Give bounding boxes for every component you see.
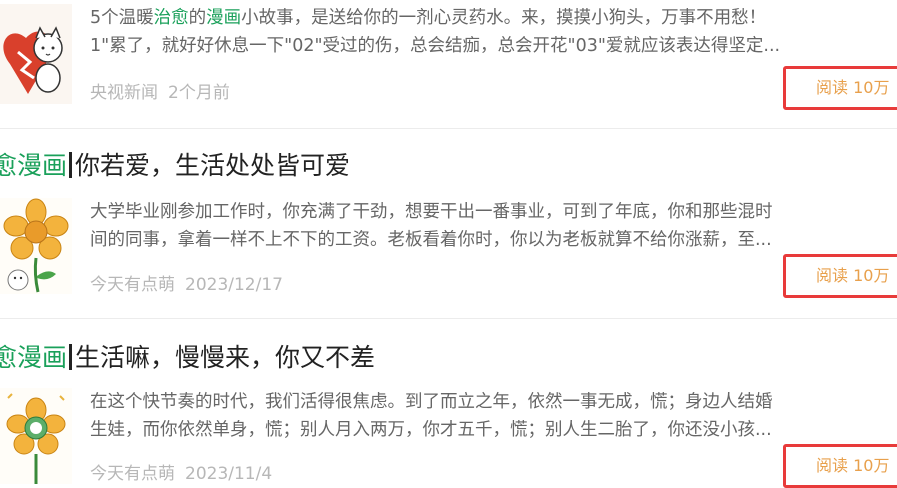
article-summary-2: 大学毕业刚参加工作时，你充满了干劲，想要干出一番事业，可到了年底，你和那些混时 …	[90, 198, 897, 254]
article-summary-3: 在这个快节奏的时代，我们活得很焦虑。到了而立之年，依然一事无成，慌；身边人结婚 …	[90, 388, 897, 444]
article-thumbnail-1[interactable]	[0, 4, 72, 104]
cartoon-flower-image	[0, 388, 72, 484]
title-tag: 愈漫画	[0, 151, 68, 180]
article-meta-3: 今天有点萌 2023/11/4	[90, 459, 272, 484]
read-count-button[interactable]: 阅读 10万	[783, 66, 897, 110]
source-name[interactable]: 央视新闻	[90, 83, 158, 103]
summary-line-1: 大学毕业刚参加工作时，你充满了干劲，想要干出一番事业，可到了年底，你和那些混时	[90, 202, 773, 222]
divider	[0, 128, 897, 129]
article-summary-1: 5个温暖治愈的漫画小故事，是送给你的一剂心灵药水。来，摸摸小狗头，万事不用愁！ …	[90, 4, 897, 60]
cartoon-heart-image	[0, 4, 72, 104]
publish-time: 2023/12/17	[185, 275, 283, 295]
article-item-2[interactable]: 愈漫画 你若爱，生活处处皆可爱 大学毕业刚参加工作时，你充满了干劲，想要干出一番事…	[0, 148, 897, 318]
summary-line-2: 生娃，而你依然单身，慌；别人月入两万，你才五千，慌；别人生二胎了，你还没小孩..…	[90, 420, 772, 440]
article-meta-2: 今天有点萌 2023/12/17	[90, 270, 283, 295]
divider	[0, 318, 897, 319]
article-thumbnail-3[interactable]	[0, 388, 72, 484]
article-item-1[interactable]: 5个温暖治愈的漫画小故事，是送给你的一剂心灵药水。来，摸摸小狗头，万事不用愁！ …	[0, 0, 897, 130]
title-tag: 愈漫画	[0, 343, 68, 372]
title-text: 你若爱，生活处处皆可爱	[75, 151, 351, 180]
publish-time: 2023/11/4	[185, 464, 273, 484]
title-separator	[69, 152, 73, 178]
article-title-3[interactable]: 愈漫画 生活嘛，慢慢来，你又不差	[0, 340, 375, 376]
cartoon-flower-image	[0, 198, 72, 294]
article-thumbnail-2[interactable]	[0, 198, 72, 294]
publish-time: 2个月前	[168, 83, 230, 103]
summary-line-1: 5个温暖治愈的漫画小故事，是送给你的一剂心灵药水。来，摸摸小狗头，万事不用愁！	[90, 8, 767, 28]
summary-line-1: 在这个快节奏的时代，我们活得很焦虑。到了而立之年，依然一事无成，慌；身边人结婚	[90, 392, 773, 412]
source-name[interactable]: 今天有点萌	[90, 275, 175, 295]
read-count-button[interactable]: 阅读 10万	[783, 444, 897, 488]
title-text: 生活嘛，慢慢来，你又不差	[75, 343, 376, 372]
title-separator	[69, 344, 73, 370]
article-title-2[interactable]: 愈漫画 你若爱，生活处处皆可爱	[0, 148, 350, 184]
read-count-button[interactable]: 阅读 10万	[783, 254, 897, 298]
article-item-3[interactable]: 愈漫画 生活嘛，慢慢来，你又不差 在这个快节奏的时代，我们活得很焦虑。到了而立之年…	[0, 340, 897, 488]
article-meta-1: 央视新闻 2个月前	[90, 78, 230, 103]
summary-line-2: 间的同事，拿着一样不上不下的工资。老板看着你时，你以为老板就算不给你涨薪，至..…	[90, 230, 772, 250]
summary-line-2: 1"累了，就好好休息一下"02"受过的伤，总会结痂，总会开花"03"爱就应该表达…	[90, 36, 781, 56]
source-name[interactable]: 今天有点萌	[90, 464, 175, 484]
